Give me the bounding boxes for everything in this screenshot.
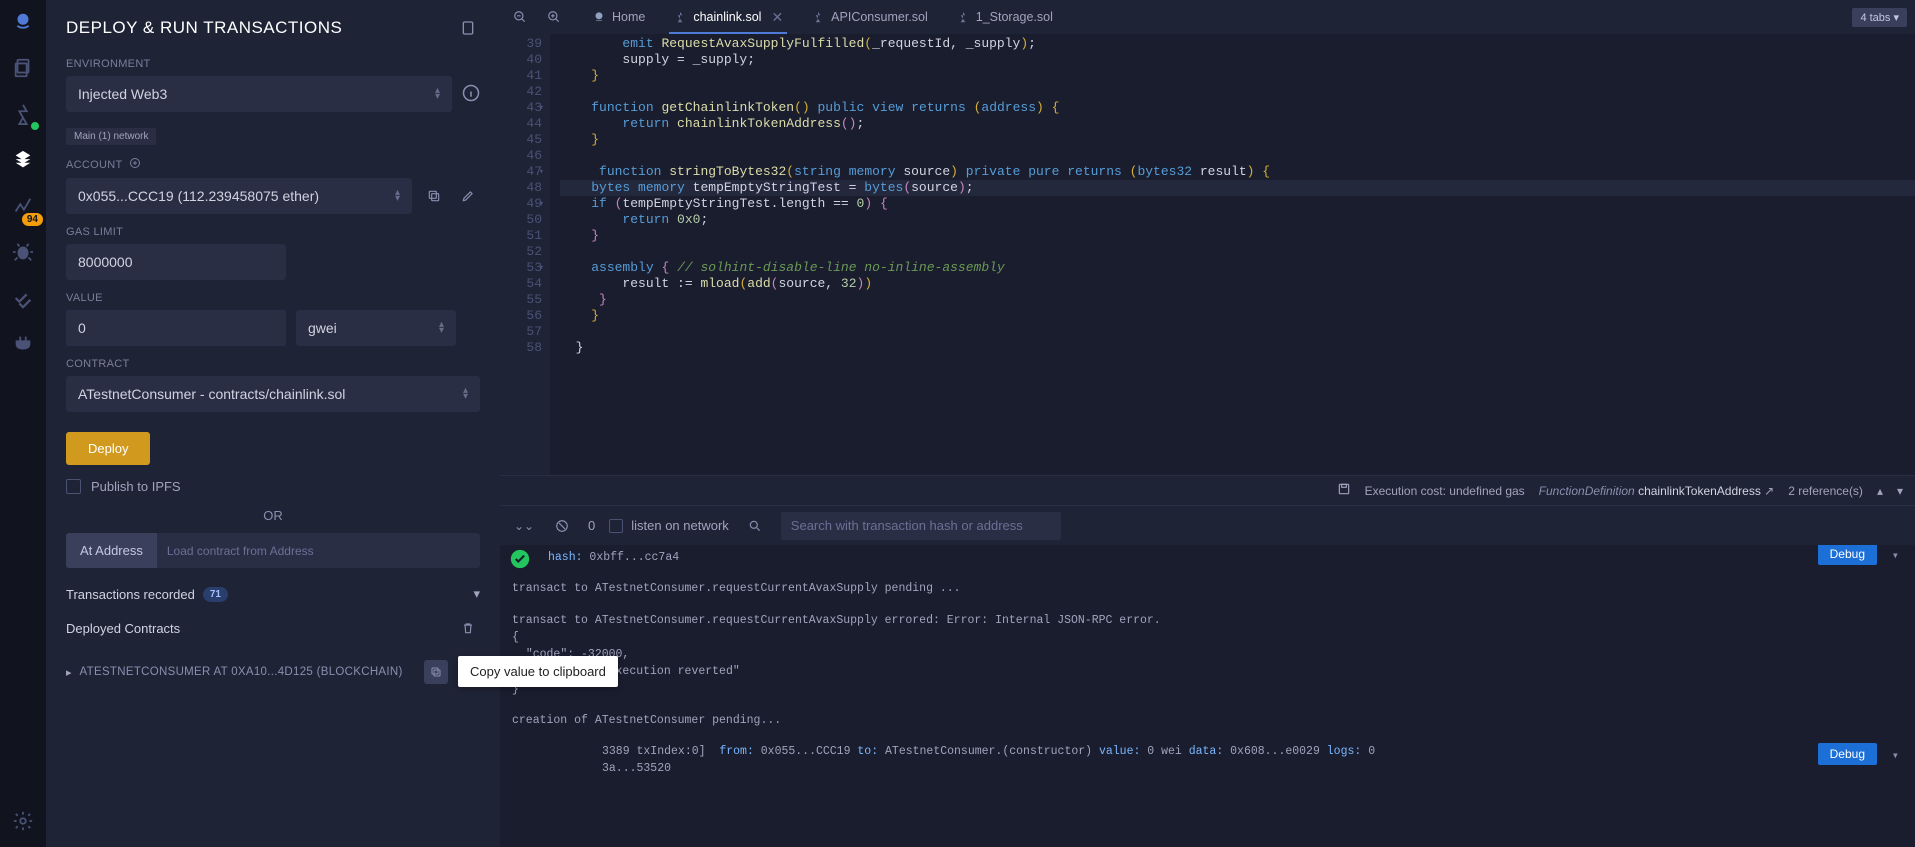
term-search-input[interactable] [781, 512, 1061, 540]
solidity-file-icon [956, 10, 970, 24]
references-count[interactable]: 2 reference(s) [1788, 484, 1863, 498]
term-collapse-icon[interactable]: ⌄⌄ [512, 514, 536, 538]
listen-label: listen on network [631, 518, 729, 533]
trash-icon[interactable] [456, 616, 480, 640]
home-icon [592, 10, 606, 24]
debug-expand-icon[interactable]: ▾ [1892, 747, 1899, 765]
deploy-run-icon[interactable] [9, 146, 37, 174]
term-clear-icon[interactable] [550, 514, 574, 538]
deployed-contract-item[interactable]: ▸ ATESTNETCONSUMER AT 0XA10...4D125 (BLO… [66, 654, 480, 690]
tab-chainlink[interactable]: chainlink.sol ✕ [661, 0, 795, 34]
network-badge: Main (1) network [66, 128, 156, 145]
icon-rail: 94 [0, 0, 46, 847]
transactions-recorded-row[interactable]: Transactions recorded 71 ▾ [66, 586, 480, 602]
compiler-icon[interactable] [9, 100, 37, 128]
account-edit-icon[interactable] [456, 184, 480, 208]
tabs-count-button[interactable]: 4 tabs ▾ [1852, 8, 1907, 27]
analysis-icon[interactable]: 94 [9, 192, 37, 220]
remix-logo-icon[interactable] [9, 8, 37, 36]
zoom-in-icon[interactable] [542, 5, 566, 29]
debug-button[interactable]: Debug [1818, 545, 1877, 565]
account-add-icon[interactable] [129, 157, 141, 172]
account-label: ACCOUNT [66, 157, 480, 172]
at-address-button[interactable]: At Address [66, 533, 157, 568]
listen-checkbox[interactable] [609, 519, 623, 533]
gas-limit-label: GAS LIMIT [66, 226, 480, 238]
environment-info-icon[interactable] [462, 84, 480, 105]
tab-home[interactable]: Home [580, 0, 657, 34]
execution-cost: Execution cost: undefined gas [1365, 484, 1525, 498]
deploy-button[interactable]: Deploy [66, 432, 150, 465]
account-copy-icon[interactable] [422, 184, 446, 208]
console-output[interactable]: hash: 0xbff...cc7a4 Debug ▾ transact to … [500, 545, 1915, 847]
account-select[interactable]: 0x055...CCC19 (112.239458075 ether)▴▾ [66, 178, 412, 214]
nav-down-icon[interactable]: ▾ [1897, 484, 1903, 498]
debugger-icon[interactable] [9, 238, 37, 266]
at-address-input[interactable] [157, 533, 480, 568]
console-line: transact to ATestnetConsumer.requestCurr… [512, 612, 1903, 698]
solidity-file-icon [811, 10, 825, 24]
compile-success-icon [29, 120, 41, 132]
contract-label: CONTRACT [66, 358, 480, 370]
solidity-file-icon [673, 10, 687, 24]
panel-doc-icon[interactable] [456, 16, 480, 40]
zoom-out-icon[interactable] [508, 5, 532, 29]
chevron-right-icon: ▸ [66, 666, 72, 679]
save-icon [1337, 482, 1351, 499]
editor-status-bar: Execution cost: undefined gas FunctionDe… [500, 475, 1915, 505]
nav-up-icon[interactable]: ▴ [1877, 484, 1883, 498]
panel-title: DEPLOY & RUN TRANSACTIONS [66, 18, 342, 38]
console-line: 3389 txIndex:0] from: 0x055...CCC19 to: … [512, 743, 1903, 778]
terminal-bar: ⌄⌄ 0 listen on network [500, 505, 1915, 545]
share-icon[interactable]: ↗ [1764, 484, 1774, 498]
code-editor[interactable]: 3940414243▾44454647▾4849▾50515253▾545556… [500, 34, 1915, 475]
value-input[interactable] [66, 310, 286, 346]
deployed-copy-icon[interactable] [424, 660, 448, 684]
environment-select[interactable]: Injected Web3▴▾ [66, 76, 452, 112]
copy-tooltip: Copy value to clipboard [458, 656, 618, 687]
deployed-contracts-row: Deployed Contracts [66, 616, 480, 640]
tx-count-badge: 71 [203, 587, 228, 602]
tab-apiconsumer[interactable]: APIConsumer.sol [799, 0, 940, 34]
settings-icon[interactable] [9, 807, 37, 835]
value-label: VALUE [66, 292, 480, 304]
value-unit-select[interactable]: gwei▴▾ [296, 310, 456, 346]
unit-test-icon[interactable] [9, 284, 37, 312]
tab-bar: Home chainlink.sol ✕ APIConsumer.sol 1_S… [500, 0, 1915, 34]
console-line: transact to ATestnetConsumer.requestCurr… [512, 580, 1903, 597]
chevron-down-icon: ▾ [473, 586, 480, 602]
or-divider: OR [66, 508, 480, 523]
tx-success-icon [510, 549, 530, 569]
tab-storage[interactable]: 1_Storage.sol [944, 0, 1065, 34]
debug-expand-icon[interactable]: ▾ [1892, 547, 1899, 565]
tab-close-icon[interactable]: ✕ [771, 9, 783, 26]
publish-ipfs-checkbox[interactable] [66, 479, 81, 494]
deploy-panel: DEPLOY & RUN TRANSACTIONS ENVIRONMENT In… [46, 0, 500, 847]
console-line: creation of ATestnetConsumer pending... [512, 712, 1903, 729]
file-explorer-icon[interactable] [9, 54, 37, 82]
term-search-icon[interactable] [743, 514, 767, 538]
pending-count: 0 [588, 518, 595, 533]
publish-ipfs-label: Publish to IPFS [91, 479, 181, 494]
environment-label: ENVIRONMENT [66, 58, 480, 70]
analysis-badge: 94 [22, 213, 43, 226]
debug-button[interactable]: Debug [1818, 743, 1877, 765]
contract-select[interactable]: ATestnetConsumer - contracts/chainlink.s… [66, 376, 480, 412]
plugin-icon[interactable] [9, 330, 37, 358]
gas-limit-input[interactable] [66, 244, 286, 280]
